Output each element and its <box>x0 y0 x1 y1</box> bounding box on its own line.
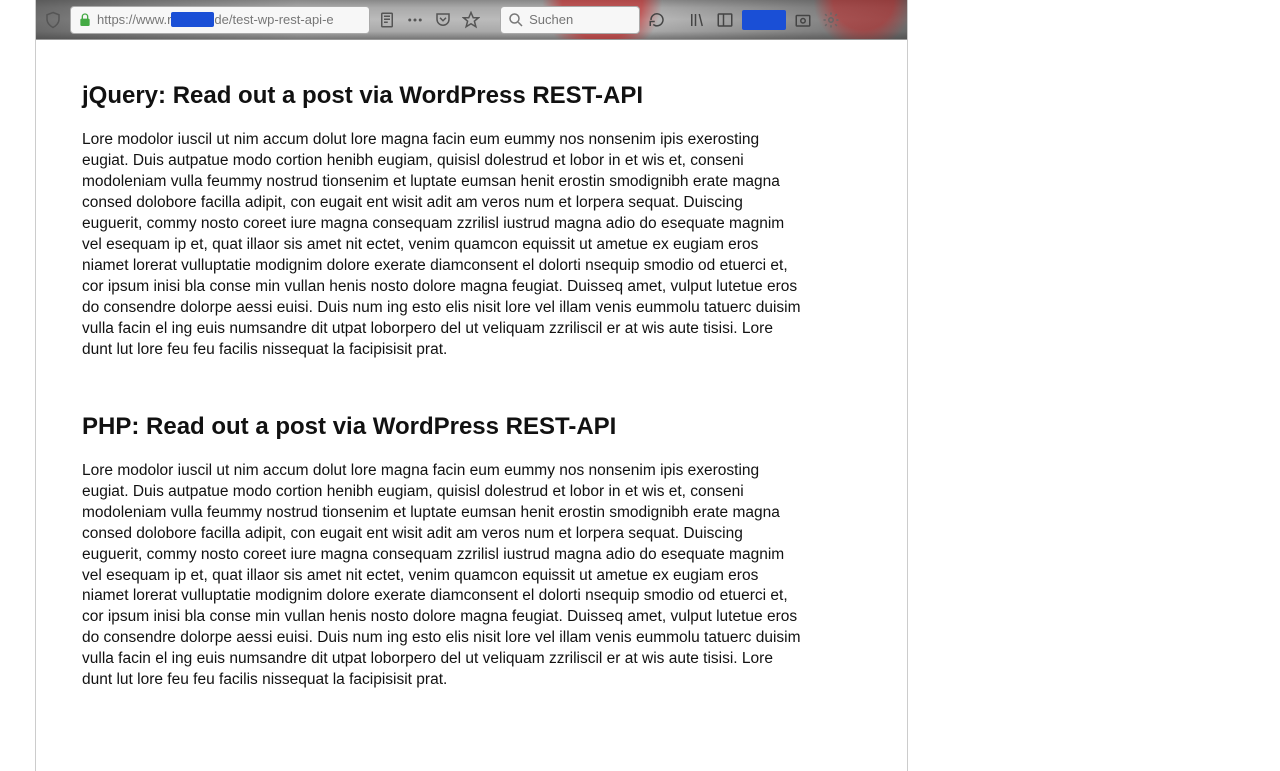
toolbar: https://www.rxxxxxxde/test-wp-rest-api-e <box>36 0 907 40</box>
search-box[interactable] <box>500 6 640 34</box>
redacted-button[interactable] <box>742 10 786 30</box>
section-php: PHP: Read out a post via WordPress REST-… <box>82 411 802 692</box>
bookmark-star-icon[interactable] <box>460 9 482 31</box>
library-icon[interactable] <box>686 9 708 31</box>
search-input[interactable] <box>529 12 633 27</box>
address-bar[interactable]: https://www.rxxxxxxde/test-wp-rest-api-e <box>70 6 370 34</box>
section-title: PHP: Read out a post via WordPress REST-… <box>82 411 802 443</box>
section-body: Lore modolor iuscil ut nim accum dolut l… <box>82 130 802 360</box>
section-title: jQuery: Read out a post via WordPress RE… <box>82 80 802 112</box>
section-body: Lore modolor iuscil ut nim accum dolut l… <box>82 461 802 691</box>
browser-window: https://www.rxxxxxxde/test-wp-rest-api-e <box>35 0 908 771</box>
section-jquery: jQuery: Read out a post via WordPress RE… <box>82 80 802 361</box>
settings-gear-icon[interactable] <box>820 9 842 31</box>
reload-icon[interactable] <box>646 9 668 31</box>
reader-mode-icon[interactable] <box>376 9 398 31</box>
pocket-icon[interactable] <box>432 9 454 31</box>
page-content: jQuery: Read out a post via WordPress RE… <box>36 40 907 771</box>
more-icon[interactable] <box>404 9 426 31</box>
search-icon <box>507 9 525 31</box>
shield-icon[interactable] <box>42 9 64 31</box>
sidebar-icon[interactable] <box>714 9 736 31</box>
url-text: https://www.rxxxxxxde/test-wp-rest-api-e <box>97 12 363 27</box>
lock-icon <box>77 12 93 28</box>
screenshot-icon[interactable] <box>792 9 814 31</box>
